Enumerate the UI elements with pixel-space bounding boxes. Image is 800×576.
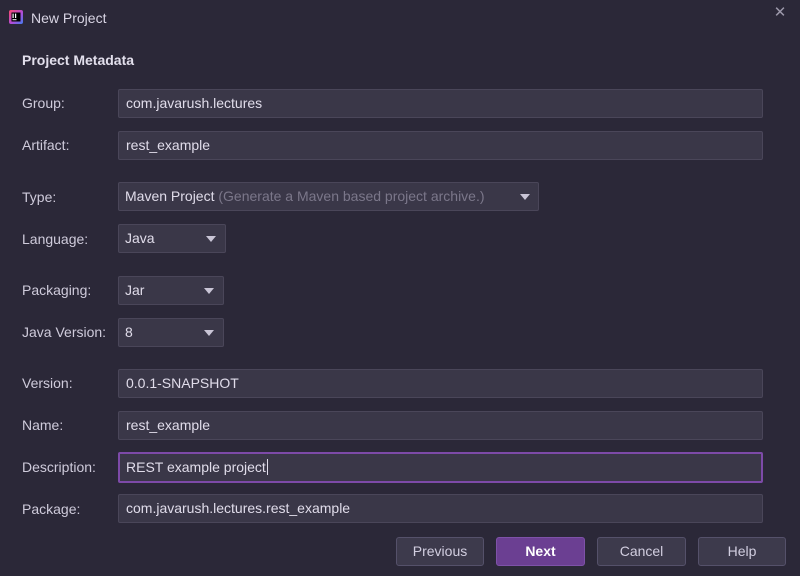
close-icon[interactable]: ✕: [770, 3, 790, 23]
group-value: com.javarush.lectures: [126, 95, 263, 111]
new-project-dialog: New Project ✕ Project Metadata Group: co…: [0, 0, 800, 576]
package-input[interactable]: com.javarush.lectures.rest_example: [118, 494, 763, 523]
java-version-label: Java Version:: [22, 324, 107, 340]
version-value: 0.0.1-SNAPSHOT: [126, 375, 239, 391]
description-input[interactable]: REST example project: [118, 452, 763, 483]
text-cursor: [266, 459, 268, 475]
type-value: Maven Project: [125, 188, 215, 204]
package-value: com.javarush.lectures.rest_example: [126, 500, 351, 516]
packaging-value: Jar: [125, 282, 145, 298]
cancel-button[interactable]: Cancel: [597, 537, 686, 566]
help-button[interactable]: Help: [698, 537, 786, 566]
java-version-dropdown[interactable]: 8: [118, 318, 224, 347]
language-value: Java: [125, 230, 155, 246]
name-input[interactable]: rest_example: [118, 411, 763, 440]
java-version-value: 8: [125, 324, 133, 340]
chevron-down-icon: [206, 236, 216, 242]
packaging-label: Packaging:: [22, 282, 92, 298]
type-hint: (Generate a Maven based project archive.…: [218, 188, 485, 204]
type-dropdown[interactable]: Maven Project (Generate a Maven based pr…: [118, 182, 539, 211]
package-label: Package:: [22, 501, 81, 517]
type-label: Type:: [22, 189, 57, 205]
group-label: Group:: [22, 95, 65, 111]
chevron-down-icon: [204, 288, 214, 294]
group-input[interactable]: com.javarush.lectures: [118, 89, 763, 118]
name-label: Name:: [22, 417, 64, 433]
name-value: rest_example: [126, 417, 211, 433]
next-button[interactable]: Next: [496, 537, 585, 566]
window-title: New Project: [31, 10, 107, 26]
previous-button[interactable]: Previous: [396, 537, 484, 566]
section-title: Project Metadata: [22, 52, 135, 68]
packaging-dropdown[interactable]: Jar: [118, 276, 224, 305]
chevron-down-icon: [204, 330, 214, 336]
language-dropdown[interactable]: Java: [118, 224, 226, 253]
title-bar: New Project ✕: [0, 0, 800, 36]
chevron-down-icon: [520, 194, 530, 200]
artifact-value: rest_example: [126, 137, 211, 153]
intellij-logo-icon: [9, 10, 23, 24]
version-label: Version:: [22, 375, 73, 391]
artifact-input[interactable]: rest_example: [118, 131, 763, 160]
language-label: Language:: [22, 231, 89, 247]
artifact-label: Artifact:: [22, 137, 70, 153]
description-value: REST example project: [126, 459, 266, 475]
description-label: Description:: [22, 459, 96, 475]
version-input[interactable]: 0.0.1-SNAPSHOT: [118, 369, 763, 398]
